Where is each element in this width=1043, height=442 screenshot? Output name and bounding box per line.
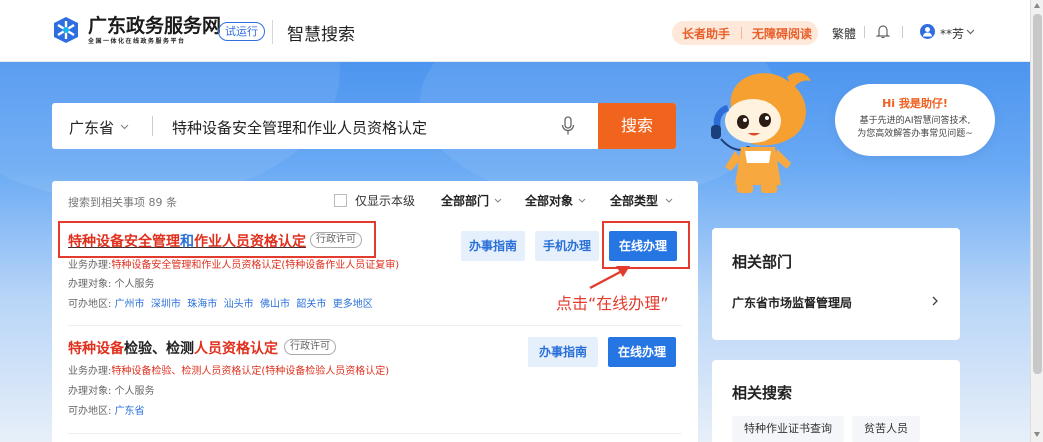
chevron-down-icon[interactable] [494, 198, 502, 203]
scroll-up-icon[interactable] [1034, 3, 1040, 8]
search-input[interactable]: 特种设备安全管理和作业人员资格认定 [172, 117, 427, 138]
only-local-checkbox[interactable] [334, 194, 347, 207]
only-local-label[interactable]: 仅显示本级 [355, 192, 415, 209]
header-divider-3 [902, 26, 903, 38]
result-areas: 可办地区: 广东省 [68, 406, 145, 417]
scroll-thumb[interactable] [1033, 14, 1042, 374]
assistant-greeting: Hi 我是助仔! [882, 97, 948, 110]
guide-button[interactable]: 办事指南 [528, 337, 598, 367]
area-link[interactable]: 佛山市 [260, 299, 290, 310]
section-title: 智慧搜索 [287, 25, 355, 45]
related-search-title: 相关搜索 [732, 384, 793, 402]
region-select[interactable]: 广东省 [69, 117, 114, 138]
microphone-icon[interactable] [561, 116, 575, 136]
annotation-text: 点击“在线办理” [556, 294, 669, 313]
result-business: 业务办理:特种设备检验、检测人员资格认定(特种设备检验人员资格认定) [68, 366, 390, 377]
assistant-speech-bubble[interactable]: Hi 我是助仔! 基于先进的AI智慧问答技术, 为您高效解答办事常见问题~ [835, 84, 995, 156]
region-chevron-icon[interactable] [120, 124, 129, 130]
mascot-assistant-icon[interactable] [707, 67, 827, 195]
related-searches-card: 相关搜索 特种作业证书查询 贫苦人员 [712, 360, 960, 442]
site-subtitle: 全国一体化在线政务服务平台 [88, 38, 186, 45]
mobile-handle-button[interactable]: 手机办理 [535, 231, 599, 261]
guide-button[interactable]: 办事指南 [461, 231, 525, 261]
result-divider [68, 325, 682, 326]
search-bar: 广东省 特种设备安全管理和作业人员资格认定 搜索 [52, 103, 676, 149]
page-scrollbar[interactable] [1030, 0, 1043, 442]
filter-type[interactable]: 全部类型 [610, 192, 658, 209]
accessible-reading-button[interactable]: 无障碍阅读 [752, 25, 812, 42]
chevron-down-icon[interactable] [665, 198, 673, 203]
elder-assistant-button[interactable]: 长者助手 [682, 25, 730, 42]
chevron-down-icon[interactable] [578, 198, 586, 203]
area-link[interactable]: 韶关市 [296, 299, 326, 310]
result-tag: 行政许可 [284, 339, 336, 355]
header-divider-2 [864, 26, 865, 38]
accessibility-pill: 长者助手 无障碍阅读 [672, 21, 818, 45]
chevron-right-icon[interactable] [932, 296, 938, 306]
related-departments-card: 相关部门 广东省市场监督管理局 [712, 228, 960, 340]
area-link[interactable]: 汕头市 [224, 299, 254, 310]
departments-title: 相关部门 [732, 253, 793, 271]
assistant-line-2: 为您高效解答办事常见问题~ [857, 129, 973, 139]
result-business: 业务办理:特种设备安全管理和作业人员资格认定(特种设备作业人员证复审) [68, 260, 400, 271]
result-areas: 可办地区: 广州市 深圳市 珠海市 汕头市 佛山市 韶关市 更多地区 [68, 299, 373, 310]
traditional-chinese-toggle[interactable]: 繁體 [832, 25, 856, 42]
assistant-line-1: 基于先进的AI智慧问答技术, [859, 116, 971, 126]
filter-target[interactable]: 全部对象 [525, 192, 573, 209]
chevron-down-icon[interactable] [966, 29, 975, 35]
area-link[interactable]: 广东省 [115, 406, 145, 417]
scroll-down-icon[interactable] [1034, 432, 1040, 437]
user-name[interactable]: **芳 [940, 25, 964, 42]
pill-divider [741, 27, 742, 39]
annotation-box-button [602, 221, 690, 269]
result-target: 办理对象: 个人服务 [68, 386, 155, 397]
search-divider [152, 116, 153, 136]
result-divider [68, 433, 682, 434]
related-search-tag[interactable]: 特种作业证书查询 [732, 416, 844, 442]
more-areas-link[interactable]: 更多地区 [333, 299, 373, 310]
related-search-tag[interactable]: 贫苦人员 [852, 416, 920, 442]
bell-icon[interactable] [876, 24, 890, 39]
online-handle-button[interactable]: 在线办理 [608, 337, 676, 367]
department-link[interactable]: 广东省市场监督管理局 [732, 294, 852, 311]
area-link[interactable]: 深圳市 [151, 299, 181, 310]
area-link[interactable]: 珠海市 [187, 299, 217, 310]
top-header: 广东政务服务网 全国一体化在线政务服务平台 试运行 智慧搜索 长者助手 无障碍阅… [0, 0, 1030, 62]
result-count: 搜索到相关事项 89 条 [68, 196, 177, 209]
gd-logo-icon[interactable] [51, 15, 81, 45]
result-target: 办理对象: 个人服务 [68, 279, 155, 290]
search-button[interactable]: 搜索 [598, 103, 676, 149]
filter-department[interactable]: 全部部门 [441, 192, 489, 209]
site-name[interactable]: 广东政务服务网 [88, 11, 221, 38]
area-link[interactable]: 广州市 [115, 299, 145, 310]
user-avatar-icon[interactable] [920, 24, 935, 39]
header-divider [272, 20, 273, 44]
annotation-box-title [58, 221, 376, 258]
trial-badge: 试运行 [218, 22, 265, 41]
annotation-arrow-icon [589, 266, 630, 290]
result-title[interactable]: 特种设备检验、检测人员资格认定 [68, 338, 278, 358]
